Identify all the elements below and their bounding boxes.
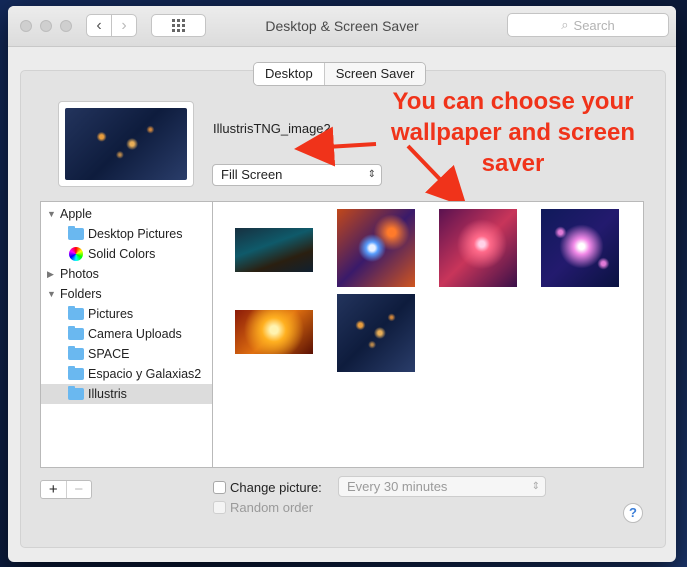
wallpaper-thumbnail-selected[interactable] bbox=[337, 294, 415, 372]
help-button[interactable]: ? bbox=[623, 503, 643, 523]
sidebar-item-espacio-y-galaxias2[interactable]: Espacio y Galaxias2 bbox=[41, 364, 212, 384]
sidebar-item-desktop-pictures[interactable]: Desktop Pictures bbox=[41, 224, 212, 244]
change-picture-label: Change picture: bbox=[230, 480, 322, 495]
change-interval-value: Every 30 minutes bbox=[347, 479, 448, 494]
sidebar-item-label: Folders bbox=[60, 287, 102, 301]
search-icon: ⌕ bbox=[561, 17, 569, 32]
sidebar-item-camera-uploads[interactable]: Camera Uploads bbox=[41, 324, 212, 344]
sidebar-item-photos[interactable]: ▶ Photos bbox=[41, 264, 212, 284]
wallpaper-thumbnail[interactable] bbox=[439, 209, 517, 287]
wallpaper-thumbnail[interactable] bbox=[337, 209, 415, 287]
sidebar-item-solid-colors[interactable]: Solid Colors bbox=[41, 244, 212, 264]
sidebar-item-label: Desktop Pictures bbox=[88, 227, 183, 241]
folder-icon bbox=[68, 306, 84, 320]
search-placeholder: Search bbox=[573, 17, 615, 33]
source-list: ▼ Apple Desktop Pictures Solid Colors ▶ … bbox=[40, 201, 213, 468]
sidebar-item-label: Pictures bbox=[88, 307, 134, 321]
preferences-window: ‹ › Desktop & Screen Saver ⌕ Search Desk… bbox=[8, 6, 676, 562]
sidebar-item-label: Camera Uploads bbox=[88, 327, 182, 341]
search-field[interactable]: ⌕ Search bbox=[507, 13, 669, 37]
sidebar-item-label: Espacio y Galaxias2 bbox=[88, 367, 202, 381]
fill-mode-popup[interactable]: Fill Screen ⇕ bbox=[212, 164, 382, 186]
folder-icon bbox=[68, 386, 84, 400]
tab-bar: Desktop Screen Saver bbox=[253, 62, 427, 86]
current-image-name: IllustrisTNG_image2 bbox=[213, 121, 331, 136]
tab-screen-saver[interactable]: Screen Saver bbox=[323, 63, 426, 85]
current-wallpaper-preview bbox=[58, 101, 194, 187]
updown-chevron-icon: ⇕ bbox=[531, 481, 540, 492]
sidebar-item-label: SPACE bbox=[88, 347, 130, 361]
folder-icon bbox=[68, 346, 84, 360]
disclosure-open-icon[interactable]: ▼ bbox=[47, 204, 56, 224]
folder-icon bbox=[68, 326, 84, 340]
annotation-text: You can choose your wallpaper and screen… bbox=[390, 88, 636, 177]
sidebar-item-label: Apple bbox=[60, 207, 92, 221]
wallpaper-preview-image bbox=[65, 108, 187, 180]
sidebar-item-apple[interactable]: ▼ Apple bbox=[41, 204, 212, 224]
sidebar-item-illustris[interactable]: Illustris bbox=[41, 384, 212, 404]
wallpaper-thumbnail[interactable] bbox=[541, 209, 619, 287]
add-folder-button[interactable]: + bbox=[41, 481, 66, 498]
sidebar-item-space[interactable]: SPACE bbox=[41, 344, 212, 364]
folder-icon bbox=[68, 366, 84, 380]
remove-folder-button[interactable]: − bbox=[65, 481, 92, 498]
disclosure-closed-icon[interactable]: ▶ bbox=[47, 264, 54, 284]
folder-icon bbox=[68, 226, 84, 240]
sidebar-item-label: Photos bbox=[60, 267, 99, 281]
sidebar-item-folders[interactable]: ▼ Folders bbox=[41, 284, 212, 304]
disclosure-open-icon[interactable]: ▼ bbox=[47, 284, 56, 304]
title-bar: ‹ › Desktop & Screen Saver ⌕ Search bbox=[8, 6, 676, 47]
tab-desktop[interactable]: Desktop bbox=[254, 63, 324, 85]
color-wheel-icon bbox=[69, 247, 83, 261]
image-grid bbox=[213, 201, 644, 468]
random-order-checkbox[interactable] bbox=[213, 501, 226, 514]
sidebar-item-label: Solid Colors bbox=[88, 247, 156, 261]
change-interval-popup[interactable]: Every 30 minutes ⇕ bbox=[338, 476, 546, 497]
random-order-label: Random order bbox=[230, 500, 314, 515]
wallpaper-thumbnail[interactable] bbox=[235, 310, 313, 354]
sidebar-item-label: Illustris bbox=[88, 387, 127, 401]
wallpaper-thumbnail[interactable] bbox=[235, 228, 313, 272]
sidebar-item-pictures[interactable]: Pictures bbox=[41, 304, 212, 324]
change-picture-checkbox[interactable] bbox=[213, 481, 226, 494]
fill-mode-value: Fill Screen bbox=[221, 167, 283, 182]
add-remove-control: + − bbox=[40, 480, 92, 499]
